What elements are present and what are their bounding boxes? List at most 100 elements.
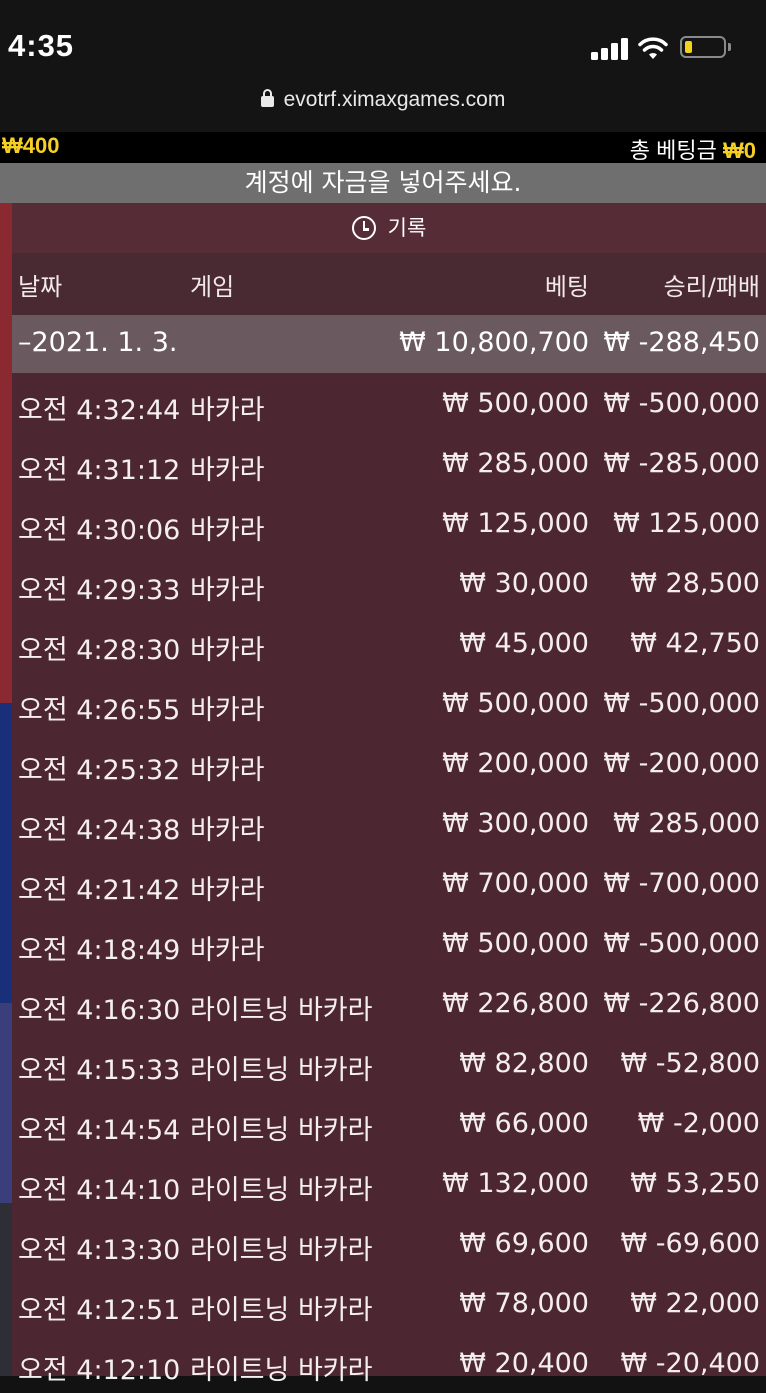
- row-winloss: ₩ 42,750: [630, 628, 760, 659]
- balance-amount: ₩400: [2, 133, 60, 158]
- date-group-label: –2021. 1. 3.: [18, 327, 178, 358]
- table-row[interactable]: 오전 4:30:06 바카라 ₩ 125,000 ₩ 125,000: [12, 493, 766, 553]
- row-winloss: ₩ -20,400: [620, 1348, 761, 1379]
- row-time: 오전 4:13:30: [18, 1235, 181, 1266]
- row-winloss: ₩ -226,800: [603, 988, 760, 1019]
- browser-url-bar[interactable]: evotrf.ximaxgames.com: [0, 84, 766, 132]
- date-group-winloss: ₩ -288,450: [603, 327, 760, 358]
- table-row[interactable]: 오전 4:14:54 라이트닝 바카라 ₩ 66,000 ₩ -2,000: [12, 1093, 766, 1153]
- column-game: 게임: [190, 273, 235, 301]
- row-winloss: ₩ -52,800: [620, 1048, 761, 1079]
- row-bet: ₩ 500,000: [442, 928, 589, 959]
- row-time: 오전 4:26:55: [18, 695, 181, 726]
- battery-tip: [728, 43, 731, 51]
- row-game: 라이트닝 바카라: [190, 1055, 373, 1086]
- row-bet: ₩ 500,000: [442, 688, 589, 719]
- row-bet: ₩ 69,600: [459, 1228, 589, 1259]
- row-time: 오전 4:12:51: [18, 1295, 181, 1326]
- row-game: 바카라: [190, 515, 265, 546]
- balance-bar: ₩400 총 베팅금 ₩0: [0, 132, 766, 163]
- column-headers: 날짜 게임 베팅 승리/패배: [12, 253, 766, 315]
- row-game: 라이트닝 바카라: [190, 1235, 373, 1266]
- table-row[interactable]: 오전 4:14:10 라이트닝 바카라 ₩ 132,000 ₩ 53,250: [12, 1153, 766, 1213]
- row-game: 바카라: [190, 575, 265, 606]
- row-time: 오전 4:29:33: [18, 575, 181, 606]
- row-bet: ₩ 132,000: [442, 1168, 589, 1199]
- lock-icon: [260, 89, 274, 107]
- row-bet: ₩ 78,000: [459, 1288, 589, 1319]
- table-row[interactable]: 오전 4:32:44 바카라 ₩ 500,000 ₩ -500,000: [12, 373, 766, 433]
- row-bet: ₩ 500,000: [442, 388, 589, 419]
- clock: 4:35: [8, 28, 75, 63]
- row-game: 라이트닝 바카라: [190, 1355, 373, 1386]
- row-winloss: ₩ -69,600: [620, 1228, 761, 1259]
- row-winloss: ₩ -500,000: [603, 688, 760, 719]
- table-row[interactable]: 오전 4:12:10 라이트닝 바카라 ₩ 20,400 ₩ -20,400: [12, 1333, 766, 1393]
- table-row[interactable]: 오전 4:13:30 라이트닝 바카라 ₩ 69,600 ₩ -69,600: [12, 1213, 766, 1273]
- row-game: 바카라: [190, 455, 265, 486]
- row-bet: ₩ 82,800: [459, 1048, 589, 1079]
- cellular-signal-icon: [591, 36, 629, 60]
- row-winloss: ₩ 285,000: [613, 808, 760, 839]
- date-group-bet: ₩ 10,800,700: [399, 327, 589, 358]
- row-game: 바카라: [190, 875, 265, 906]
- table-row[interactable]: 오전 4:16:30 라이트닝 바카라 ₩ 226,800 ₩ -226,800: [12, 973, 766, 1033]
- table-row[interactable]: 오전 4:18:49 바카라 ₩ 500,000 ₩ -500,000: [12, 913, 766, 973]
- row-winloss: ₩ -700,000: [603, 868, 760, 899]
- row-winloss: ₩ 125,000: [613, 508, 760, 539]
- row-winloss: ₩ -200,000: [603, 748, 760, 779]
- table-row[interactable]: 오전 4:24:38 바카라 ₩ 300,000 ₩ 285,000: [12, 793, 766, 853]
- battery-low-icon: [680, 36, 726, 58]
- url-text: evotrf.ximaxgames.com: [283, 88, 506, 111]
- row-game: 바카라: [190, 815, 265, 846]
- column-winloss: 승리/패배: [663, 273, 760, 301]
- row-bet: ₩ 125,000: [442, 508, 589, 539]
- row-bet: ₩ 30,000: [459, 568, 589, 599]
- table-row[interactable]: 오전 4:28:30 바카라 ₩ 45,000 ₩ 42,750: [12, 613, 766, 673]
- history-header[interactable]: 기록: [12, 203, 766, 253]
- row-time: 오전 4:16:30: [18, 995, 181, 1026]
- row-time: 오전 4:24:38: [18, 815, 181, 846]
- row-game: 바카라: [190, 695, 265, 726]
- table-row[interactable]: 오전 4:29:33 바카라 ₩ 30,000 ₩ 28,500: [12, 553, 766, 613]
- row-winloss: ₩ -500,000: [603, 928, 760, 959]
- row-game: 라이트닝 바카라: [190, 1175, 373, 1206]
- row-game: 바카라: [190, 935, 265, 966]
- row-time: 오전 4:14:10: [18, 1175, 181, 1206]
- history-clock-icon: [351, 216, 376, 240]
- row-time: 오전 4:21:42: [18, 875, 181, 906]
- table-row[interactable]: 오전 4:31:12 바카라 ₩ 285,000 ₩ -285,000: [12, 433, 766, 493]
- row-winloss: ₩ -2,000: [637, 1108, 760, 1139]
- row-winloss: ₩ 28,500: [630, 568, 760, 599]
- table-row[interactable]: 오전 4:12:51 라이트닝 바카라 ₩ 78,000 ₩ 22,000: [12, 1273, 766, 1333]
- row-game: 바카라: [190, 395, 265, 426]
- row-bet: ₩ 200,000: [442, 748, 589, 779]
- row-time: 오전 4:15:33: [18, 1055, 181, 1086]
- table-row[interactable]: 오전 4:15:33 라이트닝 바카라 ₩ 82,800 ₩ -52,800: [12, 1033, 766, 1093]
- row-bet: ₩ 226,800: [442, 988, 589, 1019]
- total-bet: 총 베팅금 ₩0: [630, 133, 756, 165]
- row-bet: ₩ 66,000: [459, 1108, 589, 1139]
- deposit-notice: 계정에 자금을 넣어주세요.: [0, 163, 766, 203]
- date-group-row[interactable]: –2021. 1. 3. ₩ 10,800,700 ₩ -288,450: [12, 315, 766, 373]
- row-bet: ₩ 45,000: [459, 628, 589, 659]
- history-title: 기록: [387, 216, 427, 240]
- column-bet: 베팅: [544, 273, 589, 301]
- row-time: 오전 4:32:44: [18, 395, 181, 426]
- row-game: 라이트닝 바카라: [190, 1295, 373, 1326]
- table-row[interactable]: 오전 4:26:55 바카라 ₩ 500,000 ₩ -500,000: [12, 673, 766, 733]
- row-winloss: ₩ -285,000: [603, 448, 760, 479]
- row-winloss: ₩ -500,000: [603, 388, 760, 419]
- row-winloss: ₩ 53,250: [630, 1168, 760, 1199]
- row-time: 오전 4:31:12: [18, 455, 181, 486]
- row-bet: ₩ 20,400: [459, 1348, 589, 1379]
- total-bet-amount: ₩0: [723, 138, 756, 163]
- table-row[interactable]: 오전 4:21:42 바카라 ₩ 700,000 ₩ -700,000: [12, 853, 766, 913]
- row-bet: ₩ 285,000: [442, 448, 589, 479]
- row-time: 오전 4:14:54: [18, 1115, 181, 1146]
- table-row[interactable]: 오전 4:25:32 바카라 ₩ 200,000 ₩ -200,000: [12, 733, 766, 793]
- row-bet: ₩ 700,000: [442, 868, 589, 899]
- row-winloss: ₩ 22,000: [630, 1288, 760, 1319]
- row-game: 라이트닝 바카라: [190, 995, 373, 1026]
- row-game: 바카라: [190, 635, 265, 666]
